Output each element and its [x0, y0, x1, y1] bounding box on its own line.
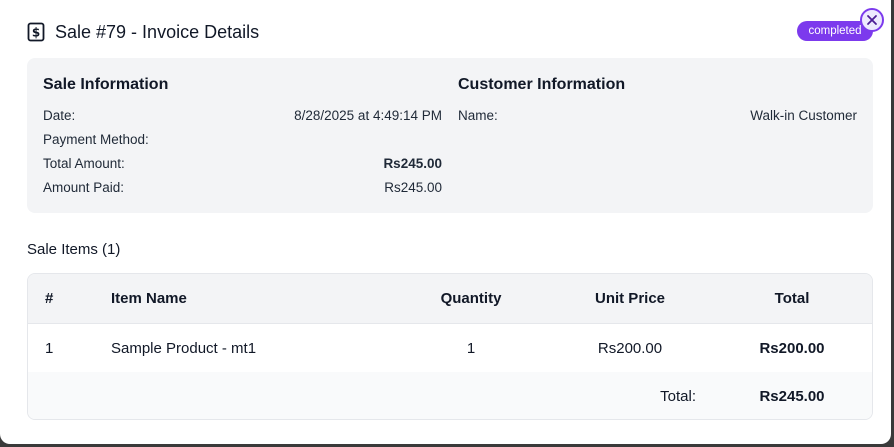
- svg-text:$: $: [32, 26, 40, 40]
- footer-total-value: Rs245.00: [759, 387, 825, 405]
- sale-items-title: Sale Items (1): [27, 241, 121, 258]
- info-value: Walk-in Customer: [750, 108, 857, 123]
- close-icon: [867, 15, 877, 25]
- column-header: Unit Price: [594, 290, 666, 307]
- column-header: Item Name: [111, 290, 187, 307]
- column-header: #: [45, 290, 54, 307]
- info-label: Name:: [458, 108, 498, 123]
- info-row-payment-method: Payment Method:: [43, 132, 442, 156]
- page-title: Sale #79 - Invoice Details: [55, 21, 260, 42]
- sale-information-section: Sale Information Date: 8/28/2025 at 4:49…: [43, 76, 442, 204]
- customer-information-section: Customer Information Name: Walk-in Custo…: [458, 76, 857, 132]
- invoice-modal: $ Sale #79 - Invoice Details completed S…: [0, 0, 891, 444]
- info-label: Payment Method:: [43, 132, 149, 147]
- info-panel: Sale Information Date: 8/28/2025 at 4:49…: [27, 58, 873, 213]
- info-row-date: Date: 8/28/2025 at 4:49:14 PM: [43, 108, 442, 132]
- info-row-total-amount: Total Amount: Rs245.00: [43, 156, 442, 180]
- close-button[interactable]: [860, 8, 884, 32]
- info-row-amount-paid: Amount Paid: Rs245.00: [43, 180, 442, 204]
- cell-number: 1: [45, 339, 54, 357]
- cell-quantity: 1: [466, 339, 476, 357]
- info-value: 8/28/2025 at 4:49:14 PM: [294, 108, 442, 123]
- cell-item-name: Sample Product - mt1: [111, 339, 257, 357]
- section-title: Sale Information: [43, 76, 169, 93]
- info-label: Date:: [43, 108, 76, 123]
- table-row: 1 Sample Product - mt1 1 Rs200.00 Rs200.…: [28, 324, 872, 372]
- info-label: Total Amount:: [43, 156, 125, 171]
- info-value: Rs245.00: [383, 156, 442, 171]
- receipt-dollar-icon: $: [27, 22, 45, 42]
- info-value: Rs245.00: [384, 180, 442, 195]
- column-header: Total: [774, 290, 810, 307]
- info-label: Amount Paid:: [43, 180, 125, 195]
- cell-total: Rs200.00: [759, 339, 825, 357]
- section-title: Customer Information: [458, 76, 626, 93]
- cell-unit-price: Rs200.00: [597, 339, 663, 357]
- sale-items-table: # Item Name Quantity Unit Price Total 1 …: [27, 273, 873, 420]
- footer-total-label: Total:: [660, 387, 696, 405]
- table-footer: Total: Rs245.00: [28, 372, 872, 419]
- modal-header: $ Sale #79 - Invoice Details: [27, 20, 259, 44]
- table-header: # Item Name Quantity Unit Price Total: [28, 274, 872, 324]
- info-row-name: Name: Walk-in Customer: [458, 108, 857, 132]
- column-header: Quantity: [440, 290, 502, 307]
